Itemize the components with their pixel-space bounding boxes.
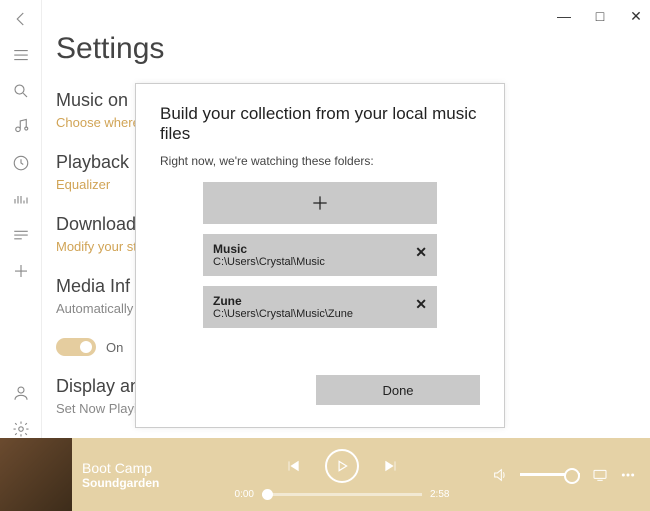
remove-folder-icon[interactable]: ✕: [415, 244, 427, 261]
media-toggle[interactable]: [56, 338, 96, 356]
remove-folder-icon[interactable]: ✕: [415, 296, 427, 313]
play-button[interactable]: [325, 449, 359, 483]
minimize-button[interactable]: —: [556, 8, 572, 24]
menu-icon[interactable]: [12, 46, 30, 64]
volume-icon[interactable]: [492, 467, 508, 483]
sidebar: [0, 0, 42, 438]
maximize-button[interactable]: □: [592, 8, 608, 24]
dialog-subtitle: Right now, we're watching these folders:: [160, 154, 480, 168]
done-button[interactable]: Done: [316, 375, 480, 405]
account-icon[interactable]: [12, 384, 30, 402]
add-folder-button[interactable]: [203, 182, 437, 224]
next-icon[interactable]: [383, 458, 399, 474]
window-titlebar: — □ ✕: [0, 0, 650, 32]
folder-name: Music: [213, 242, 247, 256]
cast-icon[interactable]: [592, 467, 608, 483]
volume-slider[interactable]: [520, 473, 580, 476]
progress-bar[interactable]: [262, 493, 422, 496]
page-title: Settings: [56, 32, 636, 66]
time-elapsed: 0:00: [235, 489, 254, 500]
music-icon[interactable]: [12, 118, 30, 136]
folder-item[interactable]: Zune C:\Users\Crystal\Music\Zune ✕: [203, 286, 437, 328]
playlist-icon[interactable]: [12, 226, 30, 244]
folder-path: C:\Users\Crystal\Music: [213, 256, 325, 268]
recent-icon[interactable]: [12, 154, 30, 172]
more-icon[interactable]: [620, 467, 636, 483]
close-button[interactable]: ✕: [628, 8, 644, 25]
folder-name: Zune: [213, 294, 242, 308]
now-playing-icon[interactable]: [12, 190, 30, 208]
add-folder-dialog: Build your collection from your local mu…: [135, 83, 505, 428]
search-icon[interactable]: [12, 82, 30, 100]
back-icon[interactable]: [12, 10, 30, 28]
time-total: 2:58: [430, 489, 449, 500]
media-toggle-label: On: [106, 340, 123, 355]
settings-icon[interactable]: [12, 420, 30, 438]
prev-icon[interactable]: [285, 458, 301, 474]
plus-icon: [310, 193, 330, 213]
player-bar: Boot Camp Soundgarden 0:00 2:58: [0, 438, 650, 511]
folder-item[interactable]: Music C:\Users\Crystal\Music ✕: [203, 234, 437, 276]
add-icon[interactable]: [12, 262, 30, 280]
play-icon: [335, 459, 349, 473]
folder-path: C:\Users\Crystal\Music\Zune: [213, 308, 353, 320]
album-art[interactable]: [0, 438, 72, 511]
dialog-title: Build your collection from your local mu…: [160, 104, 480, 144]
